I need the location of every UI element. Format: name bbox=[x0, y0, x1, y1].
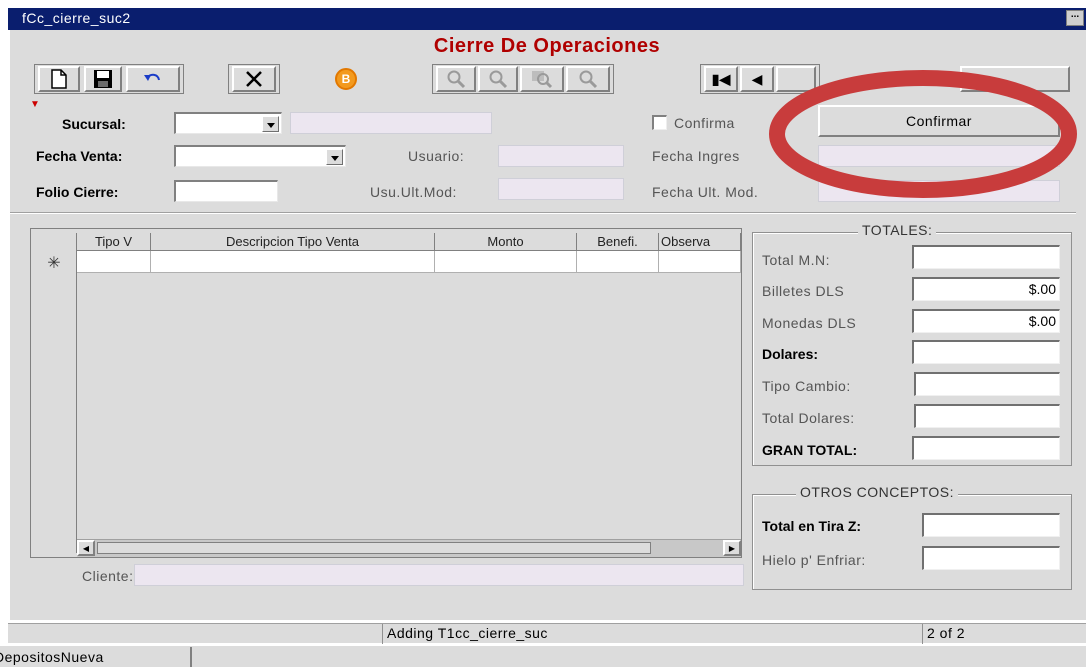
delete-button[interactable] bbox=[232, 66, 276, 92]
folio-cierre-field[interactable] bbox=[174, 180, 278, 202]
magnifier-icon bbox=[489, 70, 508, 89]
detail-grid[interactable]: Tipo V Descripcion Tipo Venta Monto Bene… bbox=[30, 228, 742, 558]
sucursal-label: Sucursal: bbox=[62, 116, 126, 132]
column-header-monto[interactable]: Monto bbox=[435, 233, 577, 251]
fecha-ult-mod-label: Fecha Ult. Mod. bbox=[652, 184, 759, 200]
monedas-dls-field[interactable]: $.00 bbox=[912, 309, 1060, 333]
annotation-circle bbox=[769, 70, 1077, 198]
scrollbar-thumb[interactable] bbox=[97, 542, 651, 554]
new-row-marker-icon: ✳ bbox=[47, 255, 61, 272]
chevron-down-icon[interactable] bbox=[262, 116, 279, 132]
cliente-label: Cliente: bbox=[82, 568, 134, 584]
first-record-button[interactable]: ▮◀ bbox=[704, 66, 738, 92]
undo-icon bbox=[144, 73, 160, 81]
window-menu-button[interactable]: ... bbox=[1066, 10, 1084, 26]
total-mn-label: Total M.N: bbox=[762, 252, 831, 268]
total-dolares-field[interactable] bbox=[914, 404, 1060, 428]
sucursal-combo[interactable] bbox=[174, 112, 282, 134]
horizontal-scrollbar[interactable]: ◀ ▶ bbox=[77, 539, 741, 557]
column-header-tipo-v[interactable]: Tipo V bbox=[77, 233, 151, 251]
filter-button[interactable] bbox=[520, 66, 564, 92]
grid-cell-benefi[interactable] bbox=[577, 251, 659, 273]
dolares-field[interactable] bbox=[912, 340, 1060, 364]
scroll-right-icon[interactable]: ▶ bbox=[723, 540, 741, 556]
tipo-cambio-label: Tipo Cambio: bbox=[762, 378, 851, 394]
sucursal-name-field bbox=[290, 112, 492, 134]
status-record-count: 2 of 2 bbox=[922, 624, 1086, 644]
magnifier-icon bbox=[579, 70, 598, 89]
delete-x-icon bbox=[246, 71, 262, 87]
billetes-dls-field[interactable]: $.00 bbox=[912, 277, 1060, 301]
column-header-descripcion[interactable]: Descripcion Tipo Venta bbox=[151, 233, 435, 251]
undo-button[interactable] bbox=[126, 66, 180, 92]
column-header-observa[interactable]: Observa bbox=[659, 233, 741, 251]
grid-cell-tipo-v[interactable] bbox=[77, 251, 151, 273]
confirma-checkbox[interactable] bbox=[652, 115, 667, 130]
usuario-field bbox=[498, 145, 624, 167]
form-title: Cierre De Operaciones bbox=[433, 35, 661, 57]
taskbar: DepositosNueva bbox=[0, 645, 1086, 667]
b-circle-icon: B bbox=[335, 68, 357, 90]
window-title: fCc_cierre_suc2 bbox=[22, 10, 131, 26]
usu-ult-mod-label: Usu.Ult.Mod: bbox=[370, 184, 457, 200]
cliente-field bbox=[134, 564, 744, 586]
usu-ult-mod-field bbox=[498, 178, 624, 200]
gran-total-field[interactable] bbox=[912, 436, 1060, 460]
total-tira-z-field[interactable] bbox=[922, 513, 1060, 537]
gran-total-label: GRAN TOTAL: bbox=[762, 442, 858, 458]
total-dolares-label: Total Dolares: bbox=[762, 410, 855, 426]
grid-cell-descripcion[interactable] bbox=[151, 251, 435, 273]
save-button[interactable] bbox=[84, 66, 122, 92]
billetes-dls-label: Billetes DLS bbox=[762, 283, 845, 299]
header-separator bbox=[10, 212, 1076, 214]
magnifier-icon bbox=[447, 70, 466, 89]
taskbar-item-label: DepositosNueva bbox=[0, 649, 104, 665]
column-header-benefi[interactable]: Benefi. bbox=[577, 233, 659, 251]
totales-title: TOTALES: bbox=[858, 222, 937, 238]
window-titlebar: fCc_cierre_suc2 bbox=[8, 8, 1086, 30]
taskbar-item-depositos[interactable]: DepositosNueva bbox=[0, 647, 192, 667]
red-arrow-icon: ▼ bbox=[30, 99, 40, 110]
usuario-label: Usuario: bbox=[408, 148, 465, 164]
total-mn-field[interactable] bbox=[912, 245, 1060, 269]
clear-filter-button[interactable] bbox=[566, 66, 610, 92]
grid-cell-monto[interactable] bbox=[435, 251, 577, 273]
tipo-cambio-field[interactable] bbox=[914, 372, 1060, 396]
save-icon bbox=[94, 70, 112, 88]
otros-conceptos-group bbox=[752, 494, 1072, 590]
scroll-left-icon[interactable]: ◀ bbox=[77, 540, 95, 556]
hielo-label: Hielo p' Enfriar: bbox=[762, 552, 866, 568]
folio-cierre-label: Folio Cierre: bbox=[36, 184, 119, 200]
otros-conceptos-title: OTROS CONCEPTOS: bbox=[796, 484, 958, 500]
fecha-venta-label: Fecha Venta: bbox=[36, 148, 123, 164]
fecha-venta-combo[interactable] bbox=[174, 145, 346, 167]
grid-cell-observa[interactable] bbox=[659, 251, 741, 273]
new-record-button[interactable] bbox=[38, 66, 80, 92]
confirma-label: Confirma bbox=[674, 115, 735, 131]
b-action-button[interactable]: B bbox=[330, 65, 362, 93]
row-selector-column bbox=[31, 233, 77, 553]
find-next-button[interactable] bbox=[478, 66, 518, 92]
dolares-label: Dolares: bbox=[762, 346, 819, 362]
status-bar: Adding T1cc_cierre_suc 2 of 2 bbox=[8, 623, 1086, 644]
find-button[interactable] bbox=[436, 66, 476, 92]
total-tira-z-label: Total en Tira Z: bbox=[762, 518, 862, 534]
filter-magnifier-icon bbox=[532, 71, 553, 89]
monedas-dls-label: Monedas DLS bbox=[762, 315, 857, 331]
hielo-field[interactable] bbox=[922, 546, 1060, 570]
status-mode-text: Adding T1cc_cierre_suc bbox=[382, 624, 922, 644]
chevron-down-icon[interactable] bbox=[326, 149, 343, 165]
fecha-ingreso-label: Fecha Ingres bbox=[652, 148, 740, 164]
new-document-icon bbox=[51, 69, 67, 89]
